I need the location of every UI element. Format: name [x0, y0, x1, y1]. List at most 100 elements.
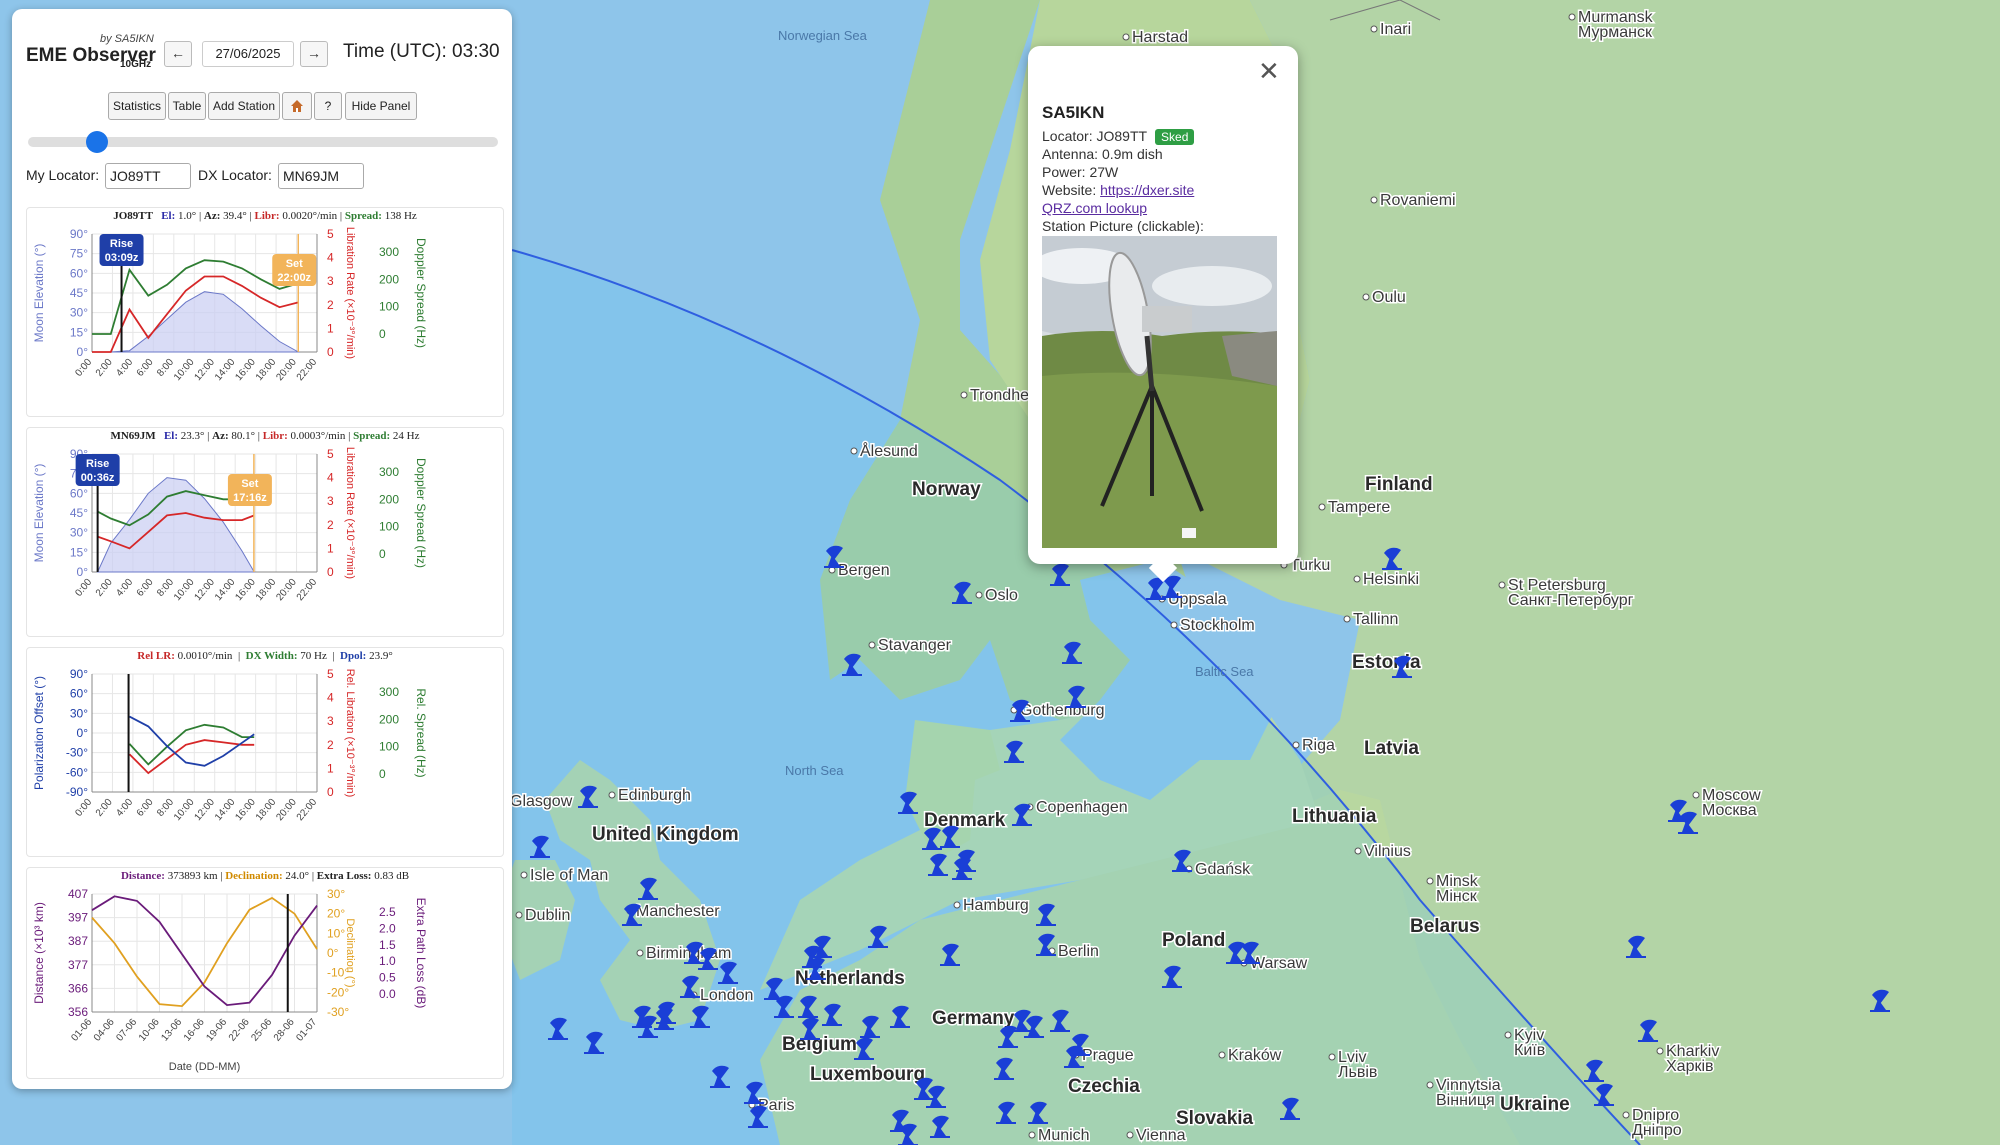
x-tick-label: 10:00 [172, 357, 197, 384]
x-tick-label: 01-07 [294, 1017, 319, 1044]
y-tick-label: 200 [379, 272, 399, 286]
x-tick-label: 14:00 [213, 357, 238, 384]
home-icon [291, 100, 303, 112]
country-label: Belgium [782, 1034, 857, 1055]
country-label: Estonia [1352, 652, 1421, 673]
station-picture[interactable] [1042, 236, 1277, 548]
country-label: Denmark [924, 810, 1006, 831]
x-tick-label: 19-06 [204, 1017, 229, 1044]
moon-distance-chart: Distance: 373893 km | Declination: 24.0°… [26, 867, 504, 1079]
station-popup: ✕ SA5IKN Locator: JO89TT Sked Antenna: 0.… [1028, 46, 1298, 583]
x-tick-label: 18:00 [254, 577, 279, 604]
y-tick-label: 200 [379, 492, 399, 506]
city-label: Edinburgh [618, 787, 691, 804]
city-label: Stockholm [1180, 617, 1255, 634]
y-tick-label: 356 [68, 1005, 88, 1019]
city-label: Moscow Москва [1702, 787, 1761, 819]
y-axis-title: Distance (×10³ km) [32, 902, 46, 1004]
x-tick-label: 4:00 [114, 357, 135, 379]
city-label: Rovaniemi [1380, 192, 1456, 209]
qrz-link[interactable]: QRZ.com lookup [1042, 200, 1147, 216]
hide-panel-button[interactable]: Hide Panel [345, 92, 417, 120]
sea-label: Norwegian Sea [778, 28, 868, 43]
time-slider-handle[interactable] [85, 131, 108, 153]
city-dot [1328, 1053, 1336, 1061]
y-axis-title: Rel. Spread (Hz) [414, 688, 428, 777]
y-tick-label: 0 [327, 345, 334, 359]
y-tick-label: 30° [70, 526, 88, 540]
city-dot [850, 447, 858, 455]
statistics-button[interactable]: Statistics [108, 92, 166, 120]
y-tick-label: 300 [379, 245, 399, 259]
city-label: Dnipro Дніпро [1632, 1107, 1682, 1139]
city-label: Harstad [1132, 29, 1188, 46]
city-dot [1126, 1131, 1134, 1139]
city-dot [1170, 621, 1178, 629]
x-tick-label: 22-06 [227, 1017, 252, 1044]
city-dot [1692, 791, 1700, 799]
y-tick-label: 397 [68, 911, 88, 925]
x-tick-label: 16:00 [233, 797, 258, 824]
city-label: Gdańsk [1195, 861, 1251, 878]
y-tick-label: 0 [327, 785, 334, 799]
y-axis-title: Polarization Offset (°) [32, 676, 46, 790]
country-label: Latvia [1364, 738, 1419, 759]
x-tick-label: 18:00 [254, 797, 279, 824]
city-dot [1218, 1051, 1226, 1059]
y-tick-label: 0° [77, 345, 89, 359]
city-dot [1362, 293, 1370, 301]
x-tick-label: 12:00 [193, 357, 218, 384]
x-tick-label: 16:00 [233, 357, 258, 384]
y-axis-title: Moon Elevation (°) [32, 244, 46, 343]
y-tick-label: 30° [70, 706, 88, 720]
y-axis-title: Doppler Spread (Hz) [414, 458, 428, 568]
city-dot [1426, 1081, 1434, 1089]
city-dot [1122, 33, 1130, 41]
add-station-button[interactable]: Add Station [208, 92, 280, 120]
y-tick-label: 90° [70, 227, 88, 241]
sea-label: Baltic Sea [1195, 664, 1254, 679]
prev-day-button[interactable]: ← [164, 41, 192, 67]
y-axis-title: Rel. Libration (×10⁻³°/min) [344, 669, 356, 798]
website-link[interactable]: https://dxer.site [1100, 182, 1194, 198]
y-tick-label: 0 [379, 767, 386, 781]
chart-plot: 01-0604-0607-0610-0613-0616-0619-0622-06… [32, 887, 428, 1073]
author-byline: by SA5IKN [100, 33, 154, 45]
date-field[interactable]: 27/06/2025 [202, 41, 294, 67]
my-locator-input[interactable]: JO89TT [105, 163, 191, 189]
x-tick-label: 6:00 [135, 797, 156, 819]
station-power: Power: 27W [1042, 164, 1119, 180]
y-tick-label: 45° [70, 506, 88, 520]
x-tick-label: 04-06 [92, 1017, 117, 1044]
country-label: Slovakia [1176, 1108, 1254, 1129]
y-tick-label: 0° [327, 946, 339, 960]
country-label: Germany [932, 1008, 1015, 1029]
x-tick-label: 16-06 [182, 1017, 207, 1044]
y-axis-title: Libration Rate (×10⁻³°/min) [344, 227, 356, 359]
city-label: Dublin [525, 907, 570, 924]
set-badge: Set 17:16z [227, 474, 272, 506]
close-button[interactable]: ✕ [1258, 58, 1280, 84]
y-tick-label: -30° [327, 1005, 349, 1019]
y-tick-label: -60° [66, 765, 88, 779]
x-tick-label: 18:00 [254, 357, 279, 384]
help-button[interactable]: ? [314, 92, 342, 120]
city-dot [1343, 615, 1351, 623]
table-button[interactable]: Table [168, 92, 206, 120]
dx-locator-input[interactable]: MN69JM [278, 163, 364, 189]
home-button[interactable] [282, 92, 312, 120]
y-tick-label: 0 [379, 327, 386, 341]
left-arrow-icon: ← [171, 45, 185, 61]
x-tick-label: 22:00 [295, 577, 320, 604]
y-tick-label: 0 [379, 547, 386, 561]
city-dot [960, 391, 968, 399]
y-tick-label: 0.0 [379, 987, 396, 1001]
city-label: Kharkiv Харків [1666, 1043, 1719, 1075]
city-dot [1568, 13, 1576, 21]
y-tick-label: 60° [70, 687, 88, 701]
rise-badge: Rise 00:36z [75, 454, 120, 486]
city-label: Murmansk Мурманск [1578, 9, 1654, 41]
y-tick-label: 5 [327, 227, 334, 241]
next-day-button[interactable]: → [300, 41, 328, 67]
city-label: Riga [1302, 737, 1335, 754]
